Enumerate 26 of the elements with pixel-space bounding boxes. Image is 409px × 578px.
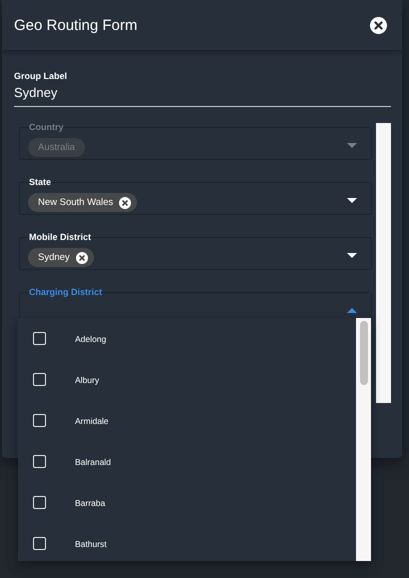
field-label: Group Label [14,71,68,82]
scrollbar[interactable] [356,318,371,561]
list-item[interactable]: Albury [18,359,356,400]
checkbox[interactable] [33,455,46,468]
scrollbar[interactable] [376,123,391,403]
chip[interactable]: New South Wales [28,193,138,212]
dialog-title: Geo Routing Form [14,16,138,34]
list-item[interactable]: Barraba [18,482,356,523]
caret-icon [347,308,357,313]
checkbox[interactable] [33,373,46,386]
list-item[interactable]: Bathurst [18,523,356,564]
caret-icon [347,198,357,203]
checkbox[interactable] [33,414,46,427]
chip[interactable]: Sydney [28,248,94,267]
checkbox[interactable] [33,332,46,345]
remove-icon[interactable] [119,196,132,208]
close-icon[interactable] [370,16,387,34]
caret-icon [347,253,357,258]
checkbox[interactable] [33,537,46,550]
list-item[interactable]: Balranald [18,441,356,482]
caret-icon [347,143,357,148]
checkbox[interactable] [33,496,46,509]
scrollbar-thumb[interactable] [360,321,368,385]
remove-icon[interactable] [76,252,88,264]
list-item[interactable]: Armidale [18,400,356,441]
input-field[interactable]: Sydney [14,82,391,107]
